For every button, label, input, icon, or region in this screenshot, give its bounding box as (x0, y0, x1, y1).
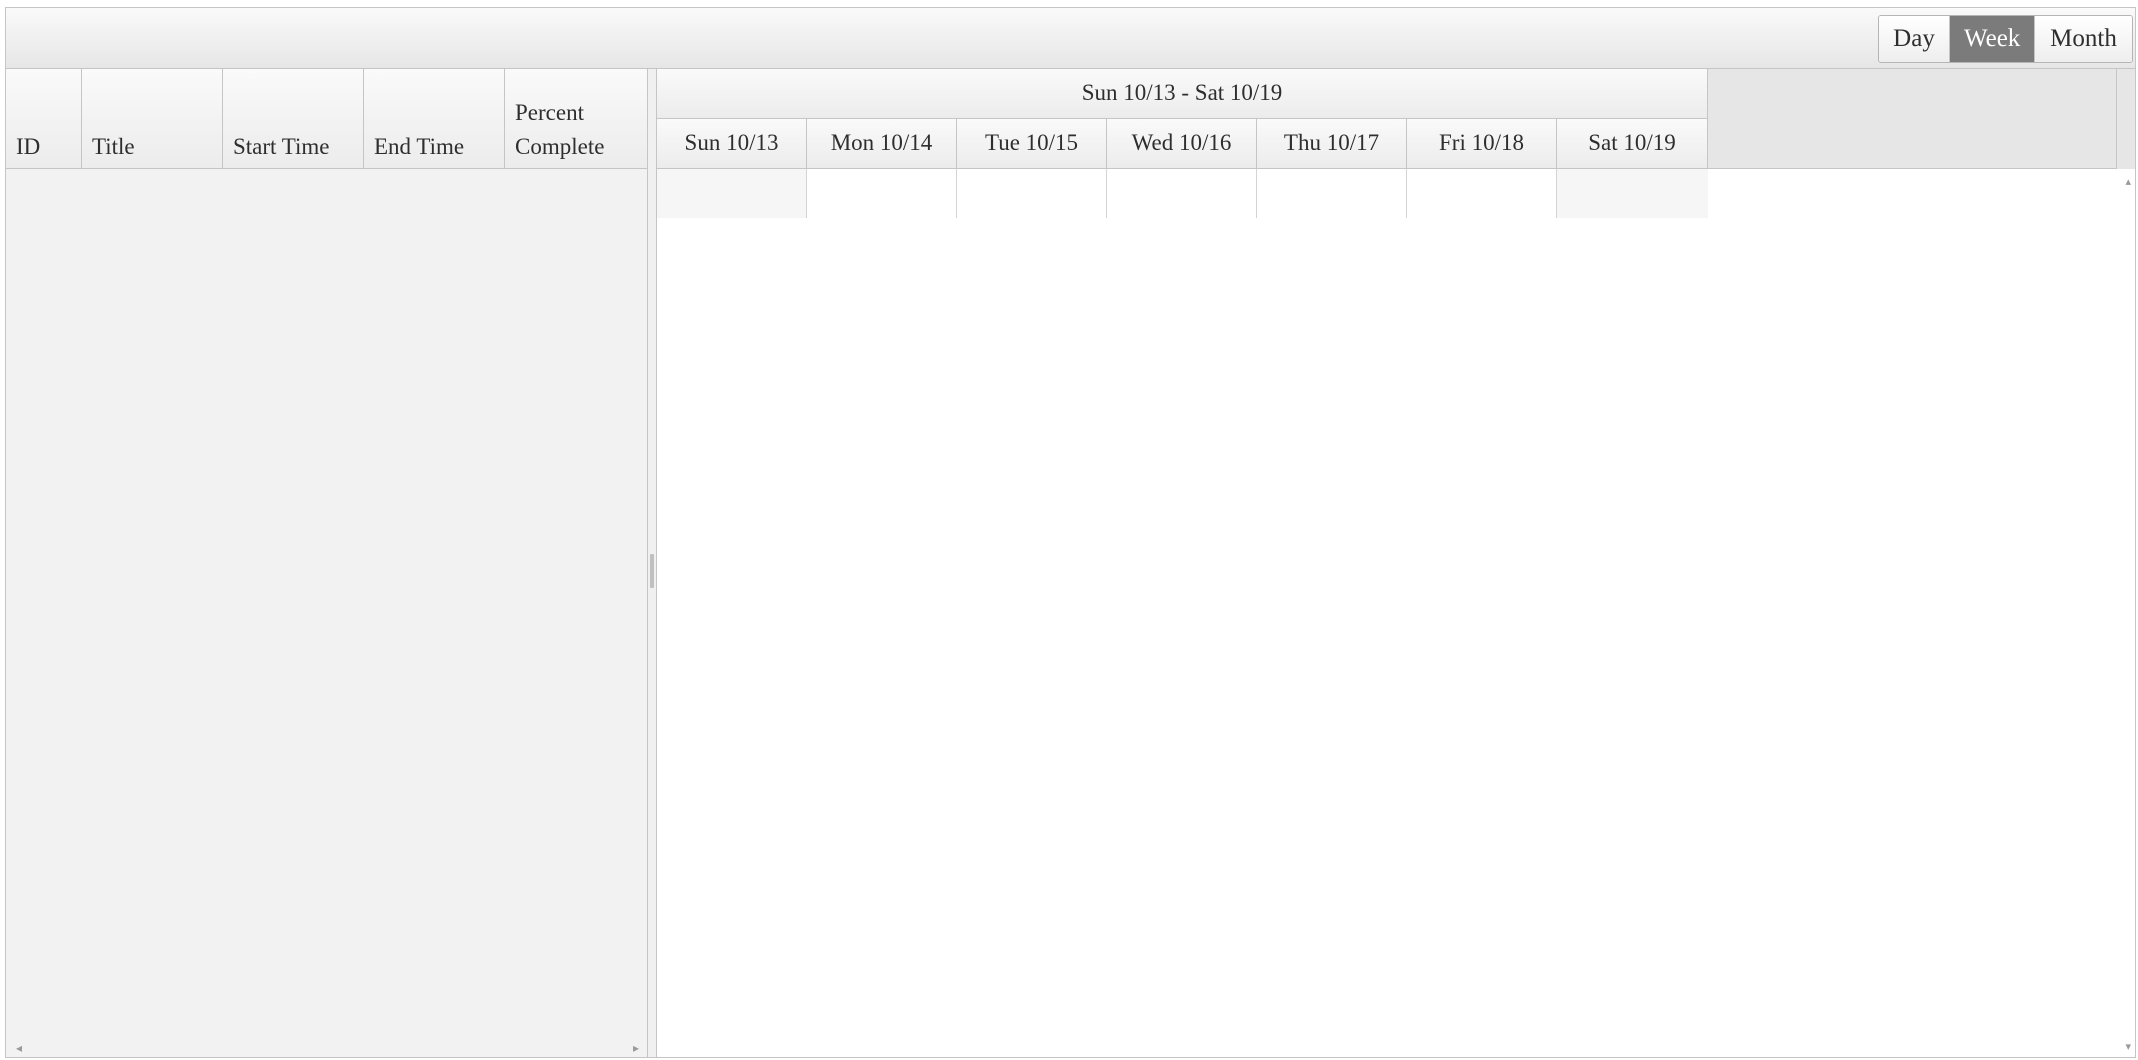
scroll-right-icon[interactable]: ▸ (633, 1041, 639, 1055)
column-header-title[interactable]: Title (82, 69, 223, 168)
day-cell (1257, 169, 1407, 218)
scroll-down-icon[interactable]: ▾ (2125, 1040, 2131, 1053)
task-list-pane: ID Title Start Time End Time Percent Com… (6, 69, 648, 1057)
day-header: Sun 10/13 (657, 119, 807, 168)
task-list-body: ◂ ▸ (6, 169, 647, 1057)
scrollbar-gutter (2116, 69, 2135, 169)
timeline-body: ▴ ▾ (657, 169, 2135, 1057)
day-cell (1557, 169, 1708, 218)
day-header: Wed 10/16 (1107, 119, 1257, 168)
column-header-label: End Time (374, 134, 465, 159)
day-header: Fri 10/18 (1407, 119, 1557, 168)
gantt-chart: Day Week Month ID Title Start Time End T… (5, 7, 2136, 1058)
column-header-end-time[interactable]: End Time (364, 69, 505, 168)
day-headers-row: Sun 10/13 Mon 10/14 Tue 10/15 Wed 10/16 … (657, 119, 1708, 168)
timeline-header: Sun 10/13 - Sat 10/19 Sun 10/13 Mon 10/1… (657, 69, 2135, 169)
task-list-header: ID Title Start Time End Time Percent Com… (6, 69, 647, 169)
view-week-button[interactable]: Week (1950, 16, 2035, 62)
timeline-pane: Sun 10/13 - Sat 10/19 Sun 10/13 Mon 10/1… (657, 69, 2135, 1057)
view-switcher: Day Week Month (1878, 15, 2133, 63)
day-cell (807, 169, 957, 218)
pane-splitter[interactable] (648, 69, 657, 1057)
scroll-up-icon[interactable]: ▴ (2125, 175, 2131, 188)
week-range-header: Sun 10/13 - Sat 10/19 (657, 69, 1708, 119)
gantt-toolbar: Day Week Month (6, 8, 2135, 69)
day-cell (1407, 169, 1557, 218)
column-header-label: Title (92, 134, 135, 159)
column-header-start-time[interactable]: Start Time (223, 69, 364, 168)
column-header-label: Start Time (233, 134, 330, 159)
column-header-label: Percent Complete (515, 100, 605, 159)
column-header-percent-complete[interactable]: Percent Complete (505, 69, 647, 168)
day-cells-row (657, 169, 1708, 218)
view-month-button[interactable]: Month (2035, 16, 2132, 62)
day-header: Sat 10/19 (1557, 119, 1708, 168)
column-header-label: ID (16, 134, 41, 159)
day-header: Mon 10/14 (807, 119, 957, 168)
day-header: Tue 10/15 (957, 119, 1107, 168)
view-day-button[interactable]: Day (1879, 16, 1950, 62)
scroll-left-icon[interactable]: ◂ (16, 1041, 22, 1055)
day-cell (957, 169, 1107, 218)
day-cell (657, 169, 807, 218)
day-cell (1107, 169, 1257, 218)
day-header: Thu 10/17 (1257, 119, 1407, 168)
column-header-id[interactable]: ID (6, 69, 82, 168)
splitter-handle[interactable] (650, 554, 654, 588)
